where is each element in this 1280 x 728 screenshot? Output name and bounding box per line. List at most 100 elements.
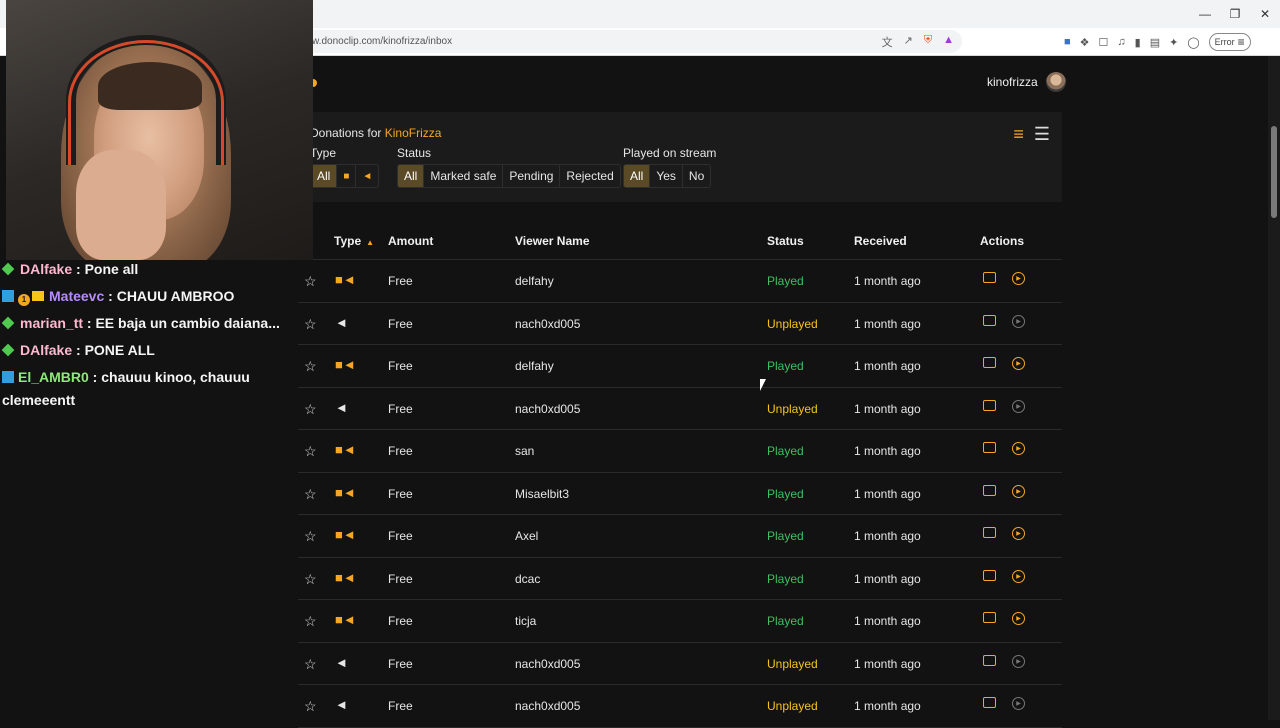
wallet-icon[interactable]: ▤: [1150, 36, 1160, 49]
favorite-star-icon[interactable]: ☆: [304, 486, 317, 503]
amount-cell: Free: [388, 359, 413, 373]
table-row[interactable]: ☆ ■◄ Free dcac Played 1 month ago ▶: [298, 558, 1062, 600]
restore-icon[interactable]: ❐: [1220, 0, 1250, 28]
page-scrollbar[interactable]: [1268, 56, 1280, 720]
viewer-name-cell: san: [515, 444, 535, 458]
column-status[interactable]: Status: [767, 234, 804, 248]
extension-toolbar: ■ ❖ ☐ ♫ ▮ ▤ ✦ ◯ Error ≡: [1064, 33, 1251, 51]
view-clip-icon[interactable]: [983, 357, 996, 368]
column-viewer-name[interactable]: Viewer Name: [515, 234, 590, 248]
received-cell: 1 month ago: [854, 274, 921, 288]
play-icon[interactable]: ▶: [1012, 314, 1025, 328]
status-cell: Unplayed: [767, 316, 818, 331]
play-icon[interactable]: ▶: [1012, 569, 1025, 583]
table-row[interactable]: ☆ ■◄ Free Misaelbit3 Played 1 month ago ▶: [298, 473, 1062, 515]
donations-table: Type ▲ Amount Viewer Name Status Received…: [298, 220, 1062, 728]
brave-shield-icon[interactable]: ⛨: [924, 34, 932, 50]
amount-cell: Free: [388, 529, 413, 543]
favorite-star-icon[interactable]: ☆: [304, 443, 317, 460]
table-row[interactable]: ☆ ■◄ Free ticja Played 1 month ago ▶: [298, 600, 1062, 643]
settings-sliders-icon[interactable]: ☰: [1034, 124, 1050, 145]
view-clip-icon[interactable]: [983, 527, 996, 538]
table-row[interactable]: ☆ ◄ Free nach0xd005 Unplayed 1 month ago ▶: [298, 643, 1062, 685]
address-bar[interactable]: w.donoclip.com/kinofrizza/inbox: [300, 30, 962, 53]
vpn-icon[interactable]: ◯: [1187, 36, 1199, 49]
played-option-all[interactable]: All: [624, 165, 651, 187]
view-clip-icon[interactable]: [983, 654, 996, 666]
media-icon[interactable]: ♫: [1117, 36, 1125, 48]
played-option-no[interactable]: No: [682, 165, 711, 187]
view-clip-icon[interactable]: [983, 569, 996, 581]
chat-text: : EE baja un cambio daiana...: [83, 315, 280, 331]
amount-cell: Free: [388, 656, 413, 671]
table-row[interactable]: ☆ ◄ Free nach0xd005 Unplayed 1 month ago ▶: [298, 303, 1062, 345]
table-row[interactable]: ☆ ◄ Free nach0xd005 Unplayed 1 month ago ▶: [298, 388, 1062, 430]
filter-panel: Donations for KinoFrizza ≡ ☰ Type All ■ …: [298, 112, 1062, 202]
column-amount[interactable]: Amount: [388, 234, 433, 248]
favorite-star-icon[interactable]: ☆: [304, 358, 317, 375]
play-icon[interactable]: ▶: [1012, 484, 1025, 498]
play-icon[interactable]: ▶: [1012, 654, 1025, 668]
view-clip-icon[interactable]: [983, 484, 996, 496]
view-clip-icon[interactable]: [983, 314, 996, 326]
table-body: ☆ ■◄ Free delfahy Played 1 month ago ▶ ☆ ◄ Free na…: [298, 260, 1062, 728]
play-icon[interactable]: ▶: [1012, 399, 1025, 413]
favorite-star-icon[interactable]: ☆: [304, 401, 317, 418]
favorite-star-icon[interactable]: ☆: [304, 656, 317, 673]
filter-icon[interactable]: ≡: [1013, 124, 1024, 145]
translate-icon[interactable]: 文: [882, 34, 893, 50]
chat-username: El_AMBR0: [18, 369, 89, 385]
amount-cell: Free: [388, 486, 413, 501]
title-prefix: Donations for: [310, 126, 385, 140]
status-option-all[interactable]: All: [398, 165, 425, 187]
view-clip-icon[interactable]: [983, 612, 996, 623]
column-type[interactable]: Type ▲: [334, 234, 374, 248]
scrollbar-thumb[interactable]: [1271, 126, 1277, 218]
column-received[interactable]: Received: [854, 234, 907, 248]
user-menu[interactable]: kinofrizza: [987, 72, 1066, 92]
favorite-star-icon[interactable]: ☆: [304, 698, 317, 715]
table-row[interactable]: ☆ ■◄ Free delfahy Played 1 month ago ▶: [298, 345, 1062, 388]
play-icon[interactable]: ▶: [1012, 442, 1025, 455]
view-clip-icon[interactable]: [983, 442, 996, 453]
table-row[interactable]: ☆ ◄ Free nach0xd005 Unplayed 1 month ago ▶: [298, 685, 1062, 728]
brave-rewards-icon[interactable]: ▲: [943, 34, 954, 50]
extension-icon[interactable]: ■: [1064, 36, 1071, 48]
close-icon[interactable]: ✕: [1250, 0, 1280, 28]
share-icon[interactable]: ↗: [904, 34, 913, 50]
view-clip-icon[interactable]: [983, 697, 996, 708]
favorite-star-icon[interactable]: ☆: [304, 571, 317, 588]
error-button[interactable]: Error ≡: [1208, 33, 1251, 51]
webcam-overlay: [6, 0, 313, 260]
table-row[interactable]: ☆ ■◄ Free delfahy Played 1 month ago ▶: [298, 260, 1062, 303]
view-clip-icon[interactable]: [983, 399, 996, 411]
status-option-marked-safe[interactable]: Marked safe: [424, 165, 504, 187]
puzzle-icon[interactable]: ❖: [1080, 36, 1090, 49]
leo-icon[interactable]: ✦: [1169, 36, 1178, 49]
badge-icon: [2, 290, 14, 302]
favorite-star-icon[interactable]: ☆: [304, 316, 317, 333]
favorite-star-icon[interactable]: ☆: [304, 273, 317, 290]
played-option-yes[interactable]: Yes: [650, 165, 683, 187]
bookmark-icon[interactable]: ☐: [1099, 36, 1109, 49]
table-row[interactable]: ☆ ■◄ Free san Played 1 month ago ▶: [298, 430, 1062, 473]
table-row[interactable]: ☆ ■◄ Free Axel Played 1 month ago ▶: [298, 515, 1062, 558]
type-option-all[interactable]: All: [311, 165, 338, 187]
received-cell: 1 month ago: [854, 699, 921, 713]
chat-message: marian_tt : EE baja un cambio daiana...: [0, 312, 296, 335]
play-icon[interactable]: ▶: [1012, 612, 1025, 625]
play-icon[interactable]: ▶: [1012, 697, 1025, 710]
status-option-rejected[interactable]: Rejected: [560, 165, 620, 187]
minimize-icon[interactable]: —: [1190, 0, 1220, 28]
favorite-star-icon[interactable]: ☆: [304, 528, 317, 545]
amount-cell: Free: [388, 699, 413, 713]
favorite-star-icon[interactable]: ☆: [304, 613, 317, 630]
play-icon[interactable]: ▶: [1012, 272, 1025, 285]
type-option-video-icon[interactable]: ■: [337, 165, 357, 187]
play-icon[interactable]: ▶: [1012, 527, 1025, 540]
view-clip-icon[interactable]: [983, 272, 996, 283]
status-option-pending[interactable]: Pending: [503, 165, 561, 187]
play-icon[interactable]: ▶: [1012, 357, 1025, 370]
type-option-audio-icon[interactable]: ◄: [356, 165, 379, 187]
sidebar-icon[interactable]: ▮: [1135, 36, 1141, 49]
